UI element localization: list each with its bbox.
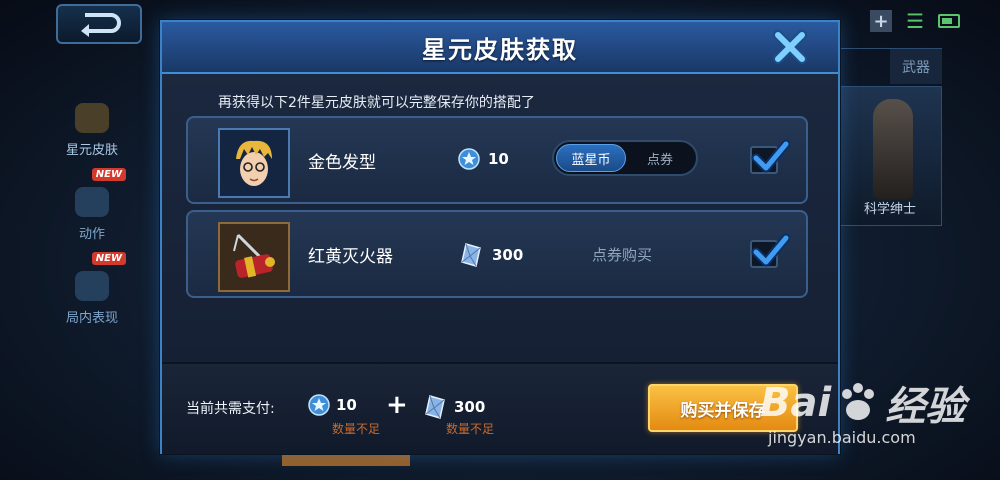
- item-row: 金色发型 10 蓝星币 点券: [186, 116, 808, 204]
- currency-option-voucher[interactable]: 点券: [626, 144, 694, 172]
- wifi-icon: ☰: [906, 9, 924, 33]
- total-label: 当前共需支付:: [186, 401, 275, 417]
- watermark-logo-text: Bai: [760, 380, 832, 426]
- cost-value: 10: [336, 396, 357, 414]
- total-cost-voucher: 300: [422, 394, 485, 420]
- item-thumbnail: [218, 222, 290, 292]
- item-name: 金色发型: [308, 153, 376, 173]
- item-name: 红黄灭火器: [308, 247, 393, 267]
- dialog-title: 星元皮肤获取: [422, 35, 578, 64]
- back-arrow-icon: [81, 13, 121, 37]
- item-row: 红黄灭火器 300 点券购买: [186, 210, 808, 298]
- new-badge: NEW: [91, 252, 126, 265]
- skin-acquire-dialog: 星元皮肤获取 再获得以下2件星元皮肤就可以完整保存你的搭配了 金色发型 10 蓝…: [160, 20, 840, 454]
- side-menu: 星元皮肤 NEW 动作 NEW 局内表现: [56, 80, 128, 332]
- blue-star-coin-icon: [458, 148, 480, 170]
- item-price: 300: [458, 242, 523, 268]
- hero-card-label: 科学绅士: [863, 202, 916, 217]
- fire-extinguisher-icon: [233, 233, 275, 278]
- background-button: [282, 452, 410, 466]
- watermark-logo: Bai 经验: [760, 374, 965, 432]
- item-checkbox[interactable]: [750, 139, 790, 174]
- side-tab-action[interactable]: NEW 动作: [56, 164, 128, 242]
- watermark-logo-text2: 经验: [885, 384, 966, 430]
- voucher-crystal-icon: [425, 395, 445, 419]
- cost-value: 300: [454, 398, 486, 416]
- item-price: 10: [458, 148, 509, 170]
- price-value: 300: [492, 246, 524, 264]
- currency-option-blue-star[interactable]: 蓝星币: [556, 144, 626, 172]
- dialog-header: 星元皮肤获取: [162, 22, 838, 74]
- plus-sign: +: [386, 390, 408, 420]
- tab-other[interactable]: [838, 49, 890, 84]
- side-tab-star-skin[interactable]: 星元皮肤: [56, 80, 128, 158]
- item-thumbnail: [218, 128, 290, 198]
- paw-icon: [842, 383, 875, 420]
- golden-hair-icon: [236, 140, 272, 186]
- shirt-icon: [75, 103, 109, 133]
- back-button[interactable]: [56, 4, 142, 44]
- price-value: 10: [488, 150, 509, 168]
- buy-button-label: 购买并保存: [680, 400, 766, 421]
- dialog-footer: 当前共需支付: 10 数量不足 + 300 数量不足 购买并保存: [162, 364, 838, 454]
- currency-toggle[interactable]: 蓝星币 点券: [552, 140, 698, 176]
- blue-star-coin-icon: [308, 394, 330, 416]
- right-tab-bar: 武器: [838, 48, 942, 84]
- action-icon: [75, 187, 109, 217]
- checkmark-icon: [751, 139, 790, 173]
- close-button[interactable]: [768, 26, 812, 68]
- battery-icon: [938, 14, 960, 28]
- hero-card[interactable]: 科学绅士: [838, 86, 942, 226]
- performance-icon: [75, 271, 109, 301]
- tab-weapon[interactable]: 武器: [890, 49, 942, 84]
- voucher-crystal-icon: [461, 243, 481, 267]
- side-tab-in-game[interactable]: NEW 局内表现: [56, 248, 128, 326]
- plus-icon[interactable]: +: [870, 10, 893, 32]
- status-bar: + ☰: [870, 8, 960, 34]
- baidu-watermark: Bai 经验 jingyan.baidu.com: [760, 374, 970, 454]
- insufficient-warning: 数量不足: [332, 422, 381, 436]
- side-tab-label: 动作: [78, 227, 105, 242]
- side-tab-label: 星元皮肤: [65, 143, 118, 158]
- purchase-method-text: 点券购买: [592, 246, 653, 264]
- hero-figure: [873, 99, 913, 199]
- dialog-subtitle: 再获得以下2件星元皮肤就可以完整保存你的搭配了: [218, 95, 535, 111]
- item-checkbox[interactable]: [750, 233, 790, 268]
- side-tab-label: 局内表现: [65, 311, 118, 326]
- total-cost-blue-star: 10: [308, 394, 357, 416]
- checkmark-icon: [751, 233, 790, 267]
- watermark-url: jingyan.baidu.com: [768, 428, 916, 447]
- insufficient-warning: 数量不足: [446, 422, 495, 436]
- close-icon: [773, 30, 807, 64]
- new-badge: NEW: [91, 168, 126, 181]
